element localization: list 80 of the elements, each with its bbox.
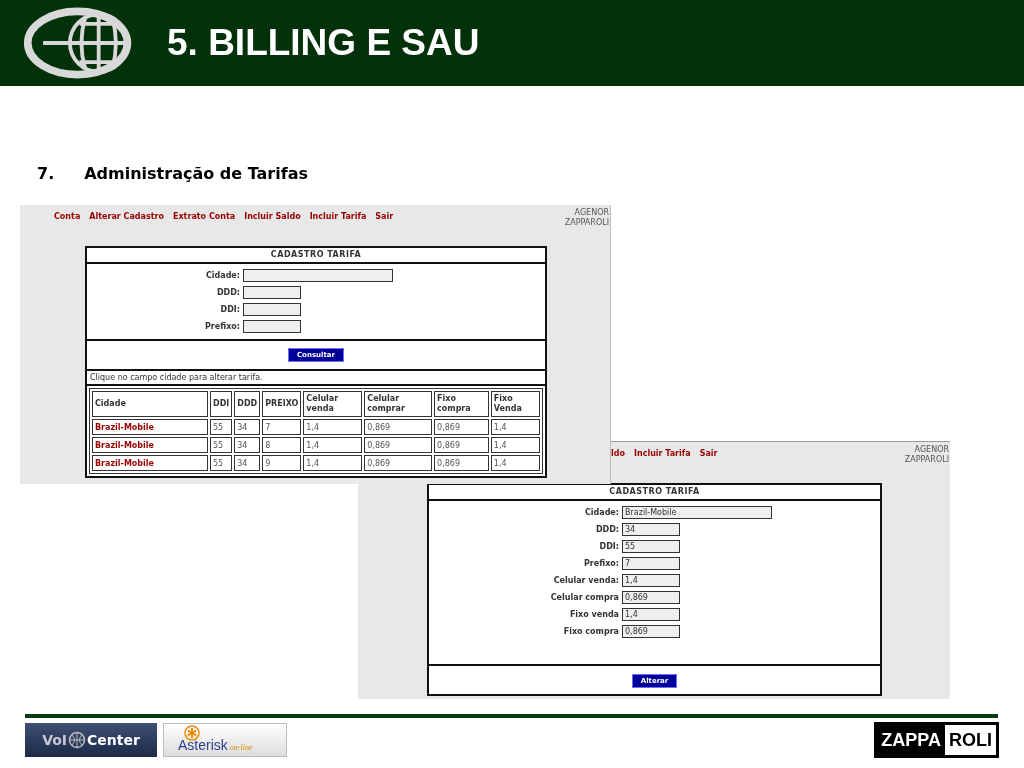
asterisk-icon xyxy=(184,725,200,741)
city-link[interactable]: Brazil-Mobile xyxy=(92,419,208,435)
table-cell: 7 xyxy=(262,419,302,435)
logo-text: Center xyxy=(87,732,140,748)
table-cell: 1,4 xyxy=(303,437,363,453)
column-header: Celular comprar xyxy=(364,391,433,417)
nav-link[interactable]: Incluir Saldo xyxy=(244,212,301,221)
table-cell: 55 xyxy=(210,437,233,453)
table-cell: 1,4 xyxy=(303,419,363,435)
form-title: CADASTRO TARIFA xyxy=(87,248,545,264)
nav-link[interactable]: Alterar Cadastro xyxy=(89,212,164,221)
field-label: DDI: xyxy=(219,305,240,314)
logo-text: Asterisk xyxy=(178,737,228,753)
section-number: 7. xyxy=(37,164,55,183)
nav-link[interactable]: Sair xyxy=(699,449,718,458)
table-cell: 0,869 xyxy=(434,437,489,453)
input-field[interactable]: 0,869 xyxy=(622,625,680,638)
table-cell: 55 xyxy=(210,419,233,435)
field-label: Prefixo: xyxy=(203,322,240,331)
nav-link[interactable]: Sair xyxy=(375,212,394,221)
input-field[interactable] xyxy=(243,269,393,282)
nav-link[interactable]: Incluir Tarifa xyxy=(309,212,367,221)
table-cell: 34 xyxy=(234,437,261,453)
column-header: PREIXO xyxy=(262,391,302,417)
field-label: DDD: xyxy=(215,288,240,297)
input-field[interactable]: 7 xyxy=(622,557,680,570)
column-header: DDD xyxy=(234,391,261,417)
input-field[interactable] xyxy=(243,320,301,333)
nav-link[interactable]: ldo xyxy=(611,449,625,458)
table-cell: 0,869 xyxy=(434,455,489,471)
input-field[interactable] xyxy=(243,286,301,299)
table-cell: 8 xyxy=(262,437,302,453)
input-field[interactable]: 0,869 xyxy=(622,591,680,604)
nav-link[interactable]: Incluir Tarifa xyxy=(633,449,691,458)
field-label: Celular compra xyxy=(549,593,619,602)
nav-link[interactable]: Extrato Conta xyxy=(173,212,236,221)
table-cell: 34 xyxy=(234,455,261,471)
field-label: Celular venda: xyxy=(552,576,619,585)
slide-title: 5. BILLING E SAU xyxy=(167,22,480,64)
city-link[interactable]: Brazil-Mobile xyxy=(92,437,208,453)
input-field[interactable]: 34 xyxy=(622,523,680,536)
table-cell: 0,869 xyxy=(364,437,433,453)
table-cell: 0,869 xyxy=(364,455,433,471)
field-label: DDI: xyxy=(598,542,619,551)
table-cell: 34 xyxy=(234,419,261,435)
globe-icon xyxy=(68,731,87,749)
column-header: Cidade xyxy=(92,391,208,417)
field-label: Fixo venda xyxy=(568,610,619,619)
column-header: Fixo compra xyxy=(434,391,489,417)
logo-text: VoI xyxy=(42,732,68,748)
field-label: DDD: xyxy=(594,525,619,534)
field-label: Fixo compra xyxy=(562,627,619,636)
logo-text: ZAPPA xyxy=(880,729,942,752)
nav-link[interactable]: Conta xyxy=(54,212,81,221)
table-cell: 55 xyxy=(210,455,233,471)
field-label: Prefixo: xyxy=(582,559,619,568)
table-cell: 1,4 xyxy=(490,437,540,453)
table-cell: 0,869 xyxy=(364,419,433,435)
section-title: Administração de Tarifas xyxy=(84,164,308,183)
field-label: Cidade: xyxy=(204,271,240,280)
table-cell: 9 xyxy=(262,455,302,471)
column-header: Fixo Venda xyxy=(490,391,540,417)
logo-text: ROLI xyxy=(945,725,996,755)
input-field[interactable]: 1,4 xyxy=(622,608,680,621)
table-cell: 1,4 xyxy=(490,455,540,471)
table-cell: 1,4 xyxy=(303,455,363,471)
logo-text: on-line xyxy=(229,743,253,753)
input-field[interactable]: 55 xyxy=(622,540,680,553)
hint-text: Clique no campo cidade para alterar tarifa. xyxy=(87,369,545,386)
input-field[interactable]: Brazil-Mobile xyxy=(622,506,772,519)
table-cell: 1,4 xyxy=(490,419,540,435)
input-field[interactable]: 1,4 xyxy=(622,574,680,587)
input-field[interactable] xyxy=(243,303,301,316)
table-cell: 0,869 xyxy=(434,419,489,435)
field-label: Cidade: xyxy=(583,508,619,517)
user-name: AGENOR ZAPPAROLI xyxy=(904,445,949,465)
column-header: DDI xyxy=(210,391,233,417)
user-name: AGENOR ZAPPAROLI xyxy=(564,208,609,228)
city-link[interactable]: Brazil-Mobile xyxy=(92,455,208,471)
column-header: Celular venda xyxy=(303,391,363,417)
